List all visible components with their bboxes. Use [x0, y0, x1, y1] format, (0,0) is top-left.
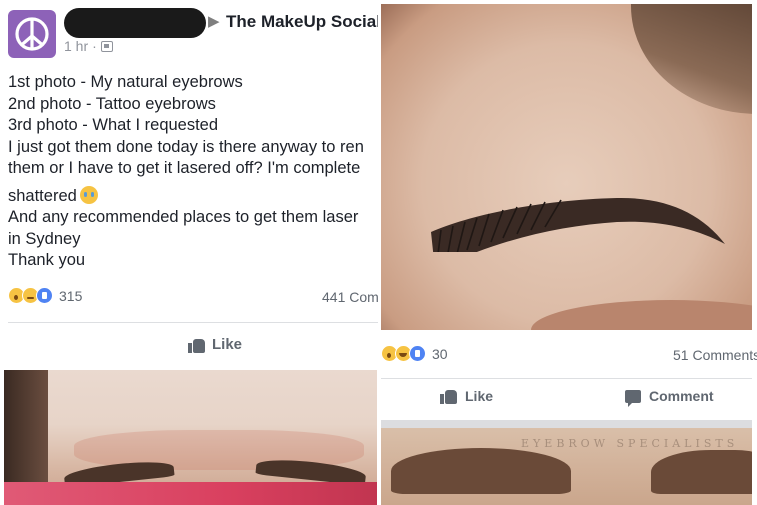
post-line: 2nd photo - Tattoo eyebrows	[8, 94, 216, 113]
photo-left-eyebrow	[391, 448, 571, 494]
post-meta: 1 hr ·	[64, 38, 113, 54]
tattoo-eyebrow-photo[interactable]	[381, 4, 752, 330]
like-reaction-icon	[36, 287, 53, 304]
post-line: Thank you	[8, 251, 86, 269]
post-time[interactable]: 1 hr	[64, 38, 88, 54]
redacted-author-name	[64, 8, 206, 38]
comment-bubble-icon	[625, 389, 641, 407]
divider	[381, 378, 752, 379]
reaction-count: 30	[432, 345, 448, 362]
comment-button[interactable]: Comment	[625, 388, 714, 407]
like-thumb-icon	[188, 337, 205, 353]
natural-eyebrows-photo[interactable]	[4, 370, 377, 505]
right-post-stats: 30 51 Comments	[381, 343, 757, 365]
divider	[8, 322, 378, 323]
post-line: in Sydney	[8, 229, 81, 248]
crying-emoji-icon	[79, 185, 98, 204]
tattooed-eyebrow	[431, 197, 725, 252]
comment-label: Comment	[649, 388, 714, 404]
post-line: I just got them done today is there anyw…	[8, 137, 364, 156]
like-label: Like	[465, 388, 494, 404]
like-reaction-icon	[409, 345, 426, 362]
like-label: Like	[212, 336, 243, 353]
post-line: shattered	[8, 186, 77, 205]
post-line: And any recommended places to get them l…	[8, 208, 359, 226]
post-separator	[381, 420, 752, 428]
group-avatar[interactable]	[8, 10, 56, 58]
post-line: 1st photo - My natural eyebrows	[8, 73, 243, 91]
share-arrow-icon: ▶	[208, 13, 220, 30]
photo-watermark: EYEBROW SPECIALISTS	[521, 437, 739, 450]
photo-hair	[631, 4, 752, 114]
peace-icon	[15, 17, 49, 51]
reaction-count: 315	[59, 287, 83, 304]
comment-count-link[interactable]: 51 Comments	[673, 347, 757, 363]
meta-separator: ·	[92, 38, 97, 54]
post-line-with-emoji: shattered	[8, 185, 378, 208]
like-button[interactable]: Like	[440, 388, 493, 404]
like-thumb-icon	[440, 388, 457, 404]
right-post-actions: Like Comment	[381, 388, 752, 410]
photo-top	[4, 482, 377, 505]
post-body: 1st photo - My natural eyebrows 2nd phot…	[8, 72, 378, 272]
facebook-post: ▶ The MakeUp Social 1 hr · 1st photo - M…	[0, 0, 378, 368]
reaction-summary[interactable]: 30	[381, 345, 448, 362]
comment-count-link[interactable]: 441 Com	[322, 289, 378, 305]
like-button[interactable]: Like	[188, 336, 242, 353]
post-line: them or I have to get it lasered off? I'…	[8, 159, 361, 177]
photo-right-eyebrow	[651, 450, 752, 494]
post-line: 3rd photo - What I requested	[8, 116, 219, 134]
globe-icon	[100, 40, 113, 52]
group-name-link[interactable]: The MakeUp Social	[226, 12, 378, 32]
reaction-summary[interactable]: 315	[8, 287, 82, 304]
requested-eyebrows-photo[interactable]: EYEBROW SPECIALISTS	[381, 428, 752, 505]
photo-eyelid	[531, 300, 752, 330]
